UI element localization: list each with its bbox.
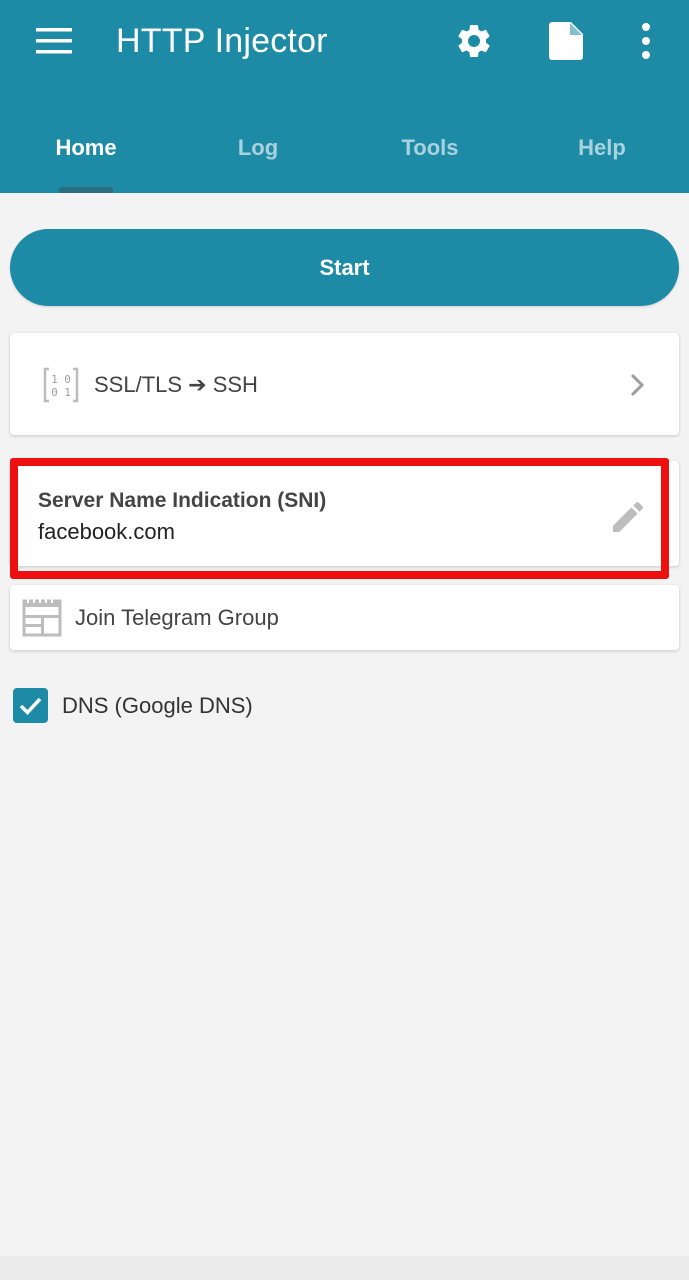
start-button[interactable]: Start <box>10 229 679 306</box>
telegram-card[interactable]: Join Telegram Group <box>10 585 679 650</box>
svg-text:1 0: 1 0 <box>51 373 71 386</box>
dns-checkbox[interactable] <box>13 688 48 723</box>
app-bar: HTTP Injector Home Log Tools Help <box>0 0 689 193</box>
more-vert-icon[interactable] <box>637 22 655 60</box>
file-icon[interactable] <box>549 22 583 60</box>
tab-bar: Home Log Tools Help <box>0 118 689 193</box>
menu-icon[interactable] <box>36 28 72 54</box>
tab-home[interactable]: Home <box>0 118 172 178</box>
check-icon <box>19 697 42 716</box>
tab-indicator <box>59 187 113 193</box>
chevron-right-icon <box>628 371 648 399</box>
sni-card[interactable]: Server Name Indication (SNI) facebook.co… <box>10 461 679 566</box>
tab-log[interactable]: Log <box>172 118 344 178</box>
svg-text:0 1: 0 1 <box>51 386 71 399</box>
toolbar: HTTP Injector <box>0 0 689 86</box>
tab-help[interactable]: Help <box>516 118 688 178</box>
sni-value: facebook.com <box>38 519 175 544</box>
tunnel-type-label: SSL/TLS ➔ SSH <box>94 372 258 397</box>
bottom-strip <box>0 1256 689 1280</box>
telegram-label: Join Telegram Group <box>75 605 279 630</box>
binary-icon: 1 0 0 1 <box>43 367 79 403</box>
gear-icon[interactable] <box>454 21 494 61</box>
app-title: HTTP Injector <box>116 22 328 60</box>
tab-tools[interactable]: Tools <box>344 118 516 178</box>
sni-title: Server Name Indication (SNI) <box>38 489 327 512</box>
dns-checkbox-row[interactable]: DNS (Google DNS) <box>13 688 313 724</box>
tunnel-type-card[interactable]: 1 0 0 1 SSL/TLS ➔ SSH <box>10 333 679 435</box>
dns-label: DNS (Google DNS) <box>62 693 253 718</box>
telegram-group-icon <box>22 599 62 637</box>
pencil-icon[interactable] <box>608 497 648 537</box>
